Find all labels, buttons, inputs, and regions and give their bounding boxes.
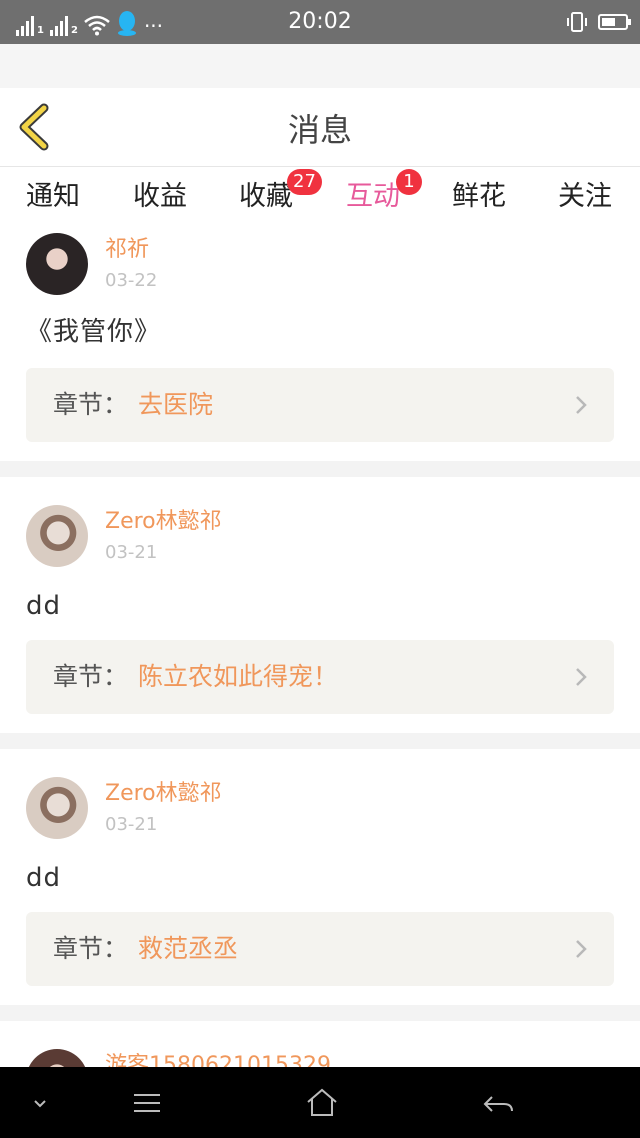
vibrate-icon: [567, 12, 587, 32]
comment-text: dd: [26, 591, 62, 621]
comment-text: 《我管你》: [26, 317, 162, 347]
tab-label: 关注: [558, 181, 612, 212]
chevron-right-icon: [576, 668, 587, 686]
tab-flowers[interactable]: 鲜花: [434, 177, 524, 217]
avatar[interactable]: [26, 505, 88, 567]
username[interactable]: 游客1580621015329: [105, 1052, 331, 1067]
battery-icon: [598, 14, 631, 30]
username[interactable]: Zero林懿祁: [105, 508, 222, 536]
item-date: 03-21: [105, 542, 158, 563]
item-date: 03-22: [105, 270, 158, 291]
avatar[interactable]: [26, 233, 88, 295]
tab-favorites[interactable]: 收藏 27: [221, 169, 322, 217]
tab-earnings[interactable]: 收益: [115, 177, 205, 217]
back-arrow-icon[interactable]: [478, 1083, 518, 1123]
page-title: 消息: [287, 111, 352, 149]
tab-label: 互动: [346, 181, 400, 212]
tab-label: 收藏: [239, 181, 293, 212]
chapter-label: 章节：: [53, 390, 129, 419]
list-item: 游客1580621015329: [0, 1021, 640, 1067]
menu-icon[interactable]: [127, 1083, 167, 1123]
battery-level: [602, 18, 615, 26]
avatar[interactable]: [26, 777, 88, 839]
divider: [0, 1005, 640, 1021]
username[interactable]: Zero林懿祁: [105, 780, 222, 808]
tab-bar: 通知 收益 收藏 27 互动 1 鲜花 关注: [0, 167, 640, 232]
list-item: 祁祈 03-22 《我管你》 章节： 去医院: [0, 229, 640, 461]
chapter-label: 章节：: [53, 662, 129, 691]
avatar[interactable]: [26, 1049, 88, 1067]
divider: [0, 461, 640, 477]
tab-follow[interactable]: 关注: [540, 177, 630, 217]
clock: 20:02: [288, 9, 352, 34]
tab-notifications[interactable]: 通知: [8, 177, 98, 217]
list-item: Zero林懿祁 03-21 dd 章节： 救范丞丞: [0, 749, 640, 1005]
chapter-link[interactable]: 章节： 陈立农如此得宠！: [26, 640, 614, 714]
chapter-link[interactable]: 章节： 救范丞丞: [26, 912, 614, 986]
chevron-right-icon: [576, 940, 587, 958]
chapter-label: 章节：: [53, 934, 129, 963]
tab-badge-interaction: 1: [396, 169, 422, 195]
home-icon[interactable]: [302, 1083, 342, 1123]
chevron-down-icon[interactable]: [20, 1083, 60, 1123]
chapter-link[interactable]: 章节： 去医院: [26, 368, 614, 442]
tab-label: 通知: [26, 181, 80, 212]
status-bar: 1 2 ··· 20:02: [0, 0, 640, 44]
tab-badge-favorites: 27: [287, 169, 322, 195]
top-spacer: [0, 44, 640, 88]
chapter-name: 陈立农如此得宠！: [138, 662, 339, 691]
list-item: Zero林懿祁 03-21 dd 章节： 陈立农如此得宠！: [0, 477, 640, 733]
username[interactable]: 祁祈: [105, 236, 149, 264]
tab-interaction[interactable]: 互动 1: [328, 169, 422, 232]
system-nav-bar: [0, 1067, 640, 1138]
page-header: 消息: [0, 88, 640, 167]
tab-label: 鲜花: [452, 181, 506, 212]
chapter-name: 救范丞丞: [138, 934, 239, 963]
divider: [0, 733, 640, 749]
comment-text: dd: [26, 863, 62, 893]
item-date: 03-21: [105, 814, 158, 835]
chapter-name: 去医院: [138, 390, 214, 419]
status-icons-right: [566, 8, 631, 36]
chevron-right-icon: [576, 396, 587, 414]
tab-label: 收益: [133, 181, 187, 212]
